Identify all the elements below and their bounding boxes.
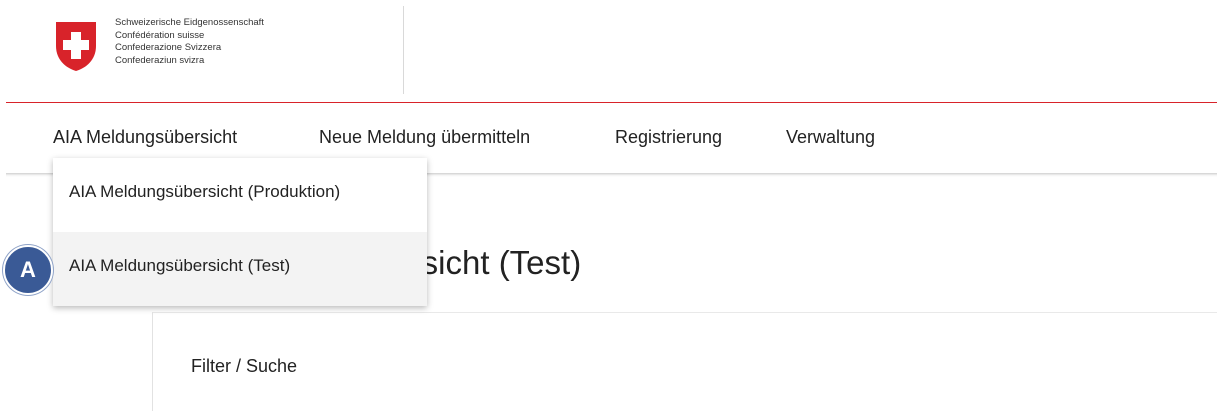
federal-name-fr: Confédération suisse <box>115 29 205 41</box>
dropdown-item-produktion[interactable]: AIA Meldungsübersicht (Produktion) <box>53 158 427 232</box>
federal-administration-names: Schweizerische Eidgenossenschaft Confédé… <box>115 17 264 67</box>
federal-name-rm: Confederaziun svizra <box>115 54 205 66</box>
content-panel <box>152 312 1217 411</box>
swiss-coat-of-arms-icon[interactable] <box>53 19 99 73</box>
nav-item-neue-meldung[interactable]: Neue Meldung übermitteln <box>319 127 530 148</box>
dropdown-item-label: AIA Meldungsübersicht (Produktion) <box>69 182 341 201</box>
header-divider <box>403 6 404 94</box>
dropdown-item-label: AIA Meldungsübersicht (Test) <box>69 256 291 275</box>
federal-name-it: Confederazione Svizzera <box>115 42 222 53</box>
nav-dropdown-menu: AIA Meldungsübersicht (Produktion) AIA M… <box>53 158 427 306</box>
federal-name-de: Schweizerische Eidgenossenschaft <box>115 17 264 28</box>
nav-item-aia-meldungsuebersicht[interactable]: AIA Meldungsübersicht <box>53 127 237 148</box>
dropdown-item-test[interactable]: AIA Meldungsübersicht (Test) <box>53 232 427 306</box>
nav-item-verwaltung[interactable]: Verwaltung <box>786 127 875 148</box>
site-header: Schweizerische Eidgenossenschaft Confédé… <box>0 0 1217 102</box>
nav-item-registrierung[interactable]: Registrierung <box>615 127 722 148</box>
filter-heading: Filter / Suche <box>191 356 298 376</box>
annotation-marker-a: A <box>3 245 53 295</box>
